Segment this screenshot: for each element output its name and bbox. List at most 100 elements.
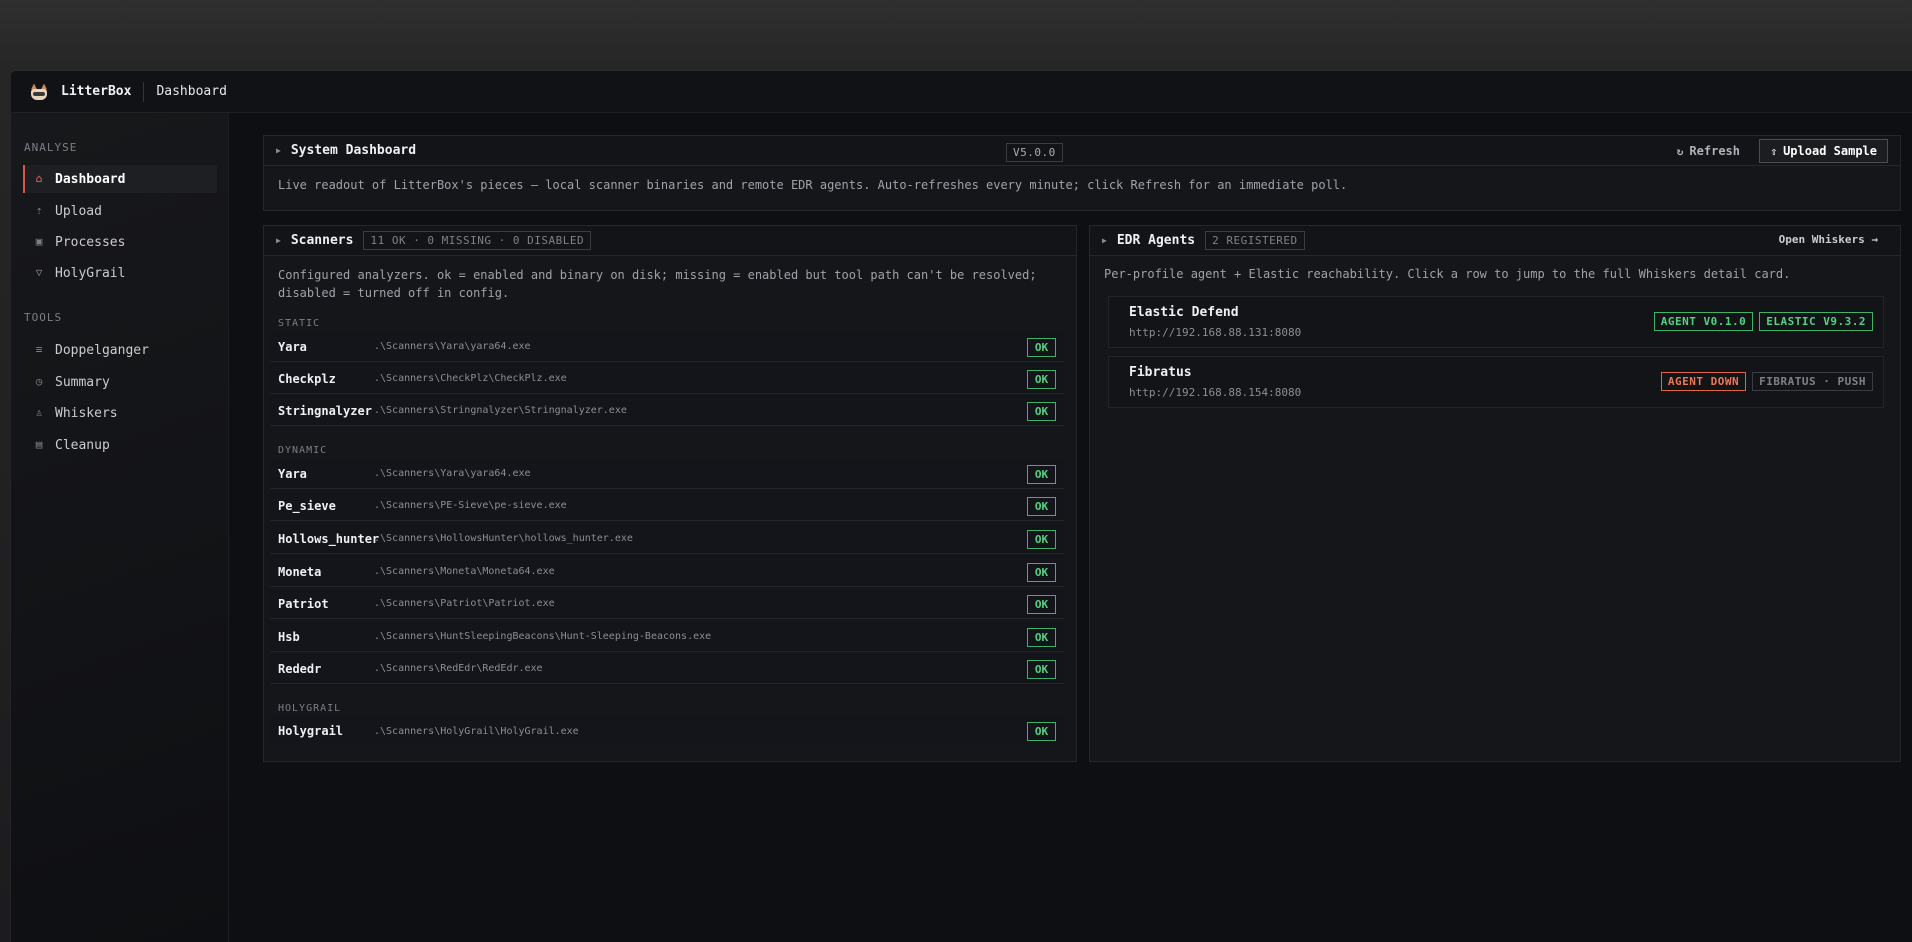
scanner-path: .\Scanners\HollowsHunter\hollows_hunter.… bbox=[374, 533, 633, 544]
scanner-name: Hsb bbox=[278, 629, 300, 644]
agent-url: http://192.168.88.131:8080 bbox=[1129, 326, 1302, 339]
edr-description: Per-profile agent + Elastic reachability… bbox=[1104, 267, 1791, 281]
sidebar-item-cleanup[interactable]: ▤ Cleanup bbox=[23, 431, 217, 459]
edr-agents-panel: ▶ EDR Agents 2 REGISTERED Open Whiskers … bbox=[1089, 225, 1901, 762]
agent-row-fibratus[interactable]: Fibratus http://192.168.88.154:8080 AGEN… bbox=[1108, 356, 1884, 408]
status-badge: OK bbox=[1027, 370, 1056, 389]
sidebar-item-holygrail[interactable]: ▽ HolyGrail bbox=[23, 259, 217, 287]
agent-row-elastic-defend[interactable]: Elastic Defend http://192.168.88.131:808… bbox=[1108, 296, 1884, 348]
app-window: LitterBox Dashboard ANALYSE ⌂ Dashboard … bbox=[10, 70, 1912, 942]
scanner-path: .\Scanners\PE-Sieve\pe-sieve.exe bbox=[374, 500, 567, 511]
panel-title: System Dashboard bbox=[290, 143, 417, 158]
scanner-name: Moneta bbox=[278, 564, 322, 579]
scanner-row: Holygrail .\Scanners\HolyGrail\HolyGrail… bbox=[270, 716, 1064, 746]
scanner-name: Pe_sieve bbox=[278, 498, 336, 513]
cpu-icon: ▣ bbox=[35, 235, 43, 248]
status-badge: OK bbox=[1027, 530, 1056, 549]
panel-header: ▶ EDR Agents 2 REGISTERED Open Whiskers … bbox=[1090, 226, 1900, 256]
collapse-caret-icon[interactable]: ▶ bbox=[1102, 236, 1107, 245]
sidebar-item-upload[interactable]: ⇡ Upload bbox=[23, 197, 217, 225]
scanner-name: Patriot bbox=[278, 596, 329, 611]
app-name: LitterBox bbox=[61, 84, 132, 99]
status-badge: OK bbox=[1027, 563, 1056, 582]
elastic-version-badge: ELASTIC V9.3.2 bbox=[1759, 312, 1873, 331]
litterbox-logo-icon bbox=[29, 82, 49, 102]
sidebar-item-summary[interactable]: ◷ Summary bbox=[23, 368, 217, 396]
refresh-icon: ↻ bbox=[1676, 144, 1684, 158]
status-badge: OK bbox=[1027, 595, 1056, 614]
scanner-row: Rededr .\Scanners\RedEdr\RedEdr.exe OK bbox=[270, 654, 1064, 684]
chalice-icon: ▽ bbox=[35, 266, 43, 279]
upload-sample-button[interactable]: ⇧ Upload Sample bbox=[1759, 139, 1888, 163]
scanner-row: Checkplz .\Scanners\CheckPlz\CheckPlz.ex… bbox=[270, 364, 1064, 394]
collapse-caret-icon[interactable]: ▶ bbox=[276, 236, 281, 245]
version-badge: V5.0.0 bbox=[1006, 143, 1063, 162]
scanner-path: .\Scanners\Stringnalyzer\Stringnalyzer.e… bbox=[374, 405, 627, 416]
open-whiskers-link[interactable]: Open Whiskers → bbox=[1779, 233, 1878, 246]
breadcrumb: Dashboard bbox=[156, 84, 227, 99]
sidebar-item-label: HolyGrail bbox=[55, 265, 126, 281]
scanner-name: Rededr bbox=[278, 661, 322, 676]
list-icon: ≡ bbox=[35, 343, 43, 356]
description-line: disabled = turned off in config. bbox=[278, 286, 510, 300]
scanner-row: Stringnalyzer .\Scanners\Stringnalyzer\S… bbox=[270, 396, 1064, 426]
scanner-row: Patriot .\Scanners\Patriot\Patriot.exe O… bbox=[270, 589, 1064, 619]
sidebar-item-doppelganger[interactable]: ≡ Doppelganger bbox=[23, 336, 217, 364]
panel-header: ▶ System Dashboard V5.0.0 ↻ Refresh ⇧ Up… bbox=[264, 136, 1900, 166]
scanner-path: .\Scanners\Yara\yara64.exe bbox=[374, 468, 531, 479]
scanner-row: Pe_sieve .\Scanners\PE-Sieve\pe-sieve.ex… bbox=[270, 491, 1064, 521]
agent-count-badge: 2 REGISTERED bbox=[1205, 231, 1305, 250]
scanner-path: .\Scanners\Patriot\Patriot.exe bbox=[374, 598, 555, 609]
scanner-path: .\Scanners\HolyGrail\HolyGrail.exe bbox=[374, 725, 579, 737]
agent-version-badge: AGENT V0.1.0 bbox=[1653, 312, 1754, 331]
agent-badges: AGENT DOWN FIBRATUS · PUSH bbox=[1660, 372, 1873, 391]
main-content: ▶ System Dashboard V5.0.0 ↻ Refresh ⇧ Up… bbox=[229, 113, 1912, 942]
agent-name: Elastic Defend bbox=[1129, 305, 1239, 320]
scanner-name: Checkplz bbox=[278, 371, 336, 386]
scanner-summary-badge: 11 OK · 0 MISSING · 0 DISABLED bbox=[363, 231, 592, 250]
refresh-button[interactable]: ↻ Refresh bbox=[1669, 141, 1748, 161]
cloud-upload-icon: ⇧ bbox=[1770, 144, 1778, 158]
status-badge: OK bbox=[1027, 628, 1056, 647]
scanner-row: Hsb .\Scanners\HuntSleepingBeacons\Hunt-… bbox=[270, 622, 1064, 652]
upload-icon: ⇡ bbox=[35, 204, 43, 217]
status-badge: OK bbox=[1027, 465, 1056, 484]
collapse-caret-icon[interactable]: ▶ bbox=[276, 146, 281, 155]
sidebar-item-label: Summary bbox=[55, 374, 110, 390]
home-icon: ⌂ bbox=[35, 172, 43, 185]
status-badge: OK bbox=[1027, 338, 1056, 357]
sidebar-item-processes[interactable]: ▣ Processes bbox=[23, 228, 217, 256]
scanner-name: Yara bbox=[278, 339, 307, 354]
description-line: Configured analyzers. ok = enabled and b… bbox=[278, 268, 1037, 282]
scanner-name: Holygrail bbox=[278, 724, 344, 738]
panel-title: Scanners bbox=[290, 233, 354, 248]
agent-status-badge: AGENT DOWN bbox=[1660, 372, 1747, 391]
upload-sample-label: Upload Sample bbox=[1783, 144, 1877, 158]
status-badge: OK bbox=[1027, 497, 1056, 516]
clock-icon: ◷ bbox=[35, 375, 43, 388]
scanner-row: Moneta .\Scanners\Moneta\Moneta64.exe OK bbox=[270, 557, 1064, 587]
scanner-name: Hollows_hunter bbox=[278, 531, 380, 546]
scanner-path: .\Scanners\Yara\yara64.exe bbox=[374, 341, 531, 352]
status-badge: OK bbox=[1027, 660, 1056, 679]
sidebar-item-label: Whiskers bbox=[55, 405, 118, 421]
scanner-name: Stringnalyzer bbox=[278, 403, 372, 418]
agent-name: Fibratus bbox=[1129, 365, 1192, 380]
version-badge-wrap: V5.0.0 bbox=[1006, 141, 1063, 162]
system-dashboard-panel: ▶ System Dashboard V5.0.0 ↻ Refresh ⇧ Up… bbox=[263, 135, 1901, 211]
sidebar-section-tools: TOOLS bbox=[24, 311, 63, 324]
refresh-label: Refresh bbox=[1689, 144, 1740, 158]
sidebar-item-dashboard[interactable]: ⌂ Dashboard bbox=[23, 165, 217, 193]
scanner-name: Yara bbox=[278, 466, 307, 481]
sidebar-section-analyse: ANALYSE bbox=[24, 141, 78, 154]
agent-mode-badge: FIBRATUS · PUSH bbox=[1752, 372, 1873, 391]
sidebar-item-label: Dashboard bbox=[55, 171, 126, 187]
sidebar-item-whiskers[interactable]: ♙ Whiskers bbox=[23, 399, 217, 427]
sidebar-item-label: Doppelganger bbox=[55, 342, 149, 358]
sidebar-item-label: Upload bbox=[55, 203, 102, 219]
status-badge: OK bbox=[1027, 402, 1056, 421]
group-label-static: STATIC bbox=[278, 318, 321, 329]
sidebar-item-label: Cleanup bbox=[55, 437, 110, 453]
trash-icon: ▤ bbox=[35, 438, 43, 451]
group-label-holygrail: HOLYGRAIL bbox=[278, 703, 342, 714]
